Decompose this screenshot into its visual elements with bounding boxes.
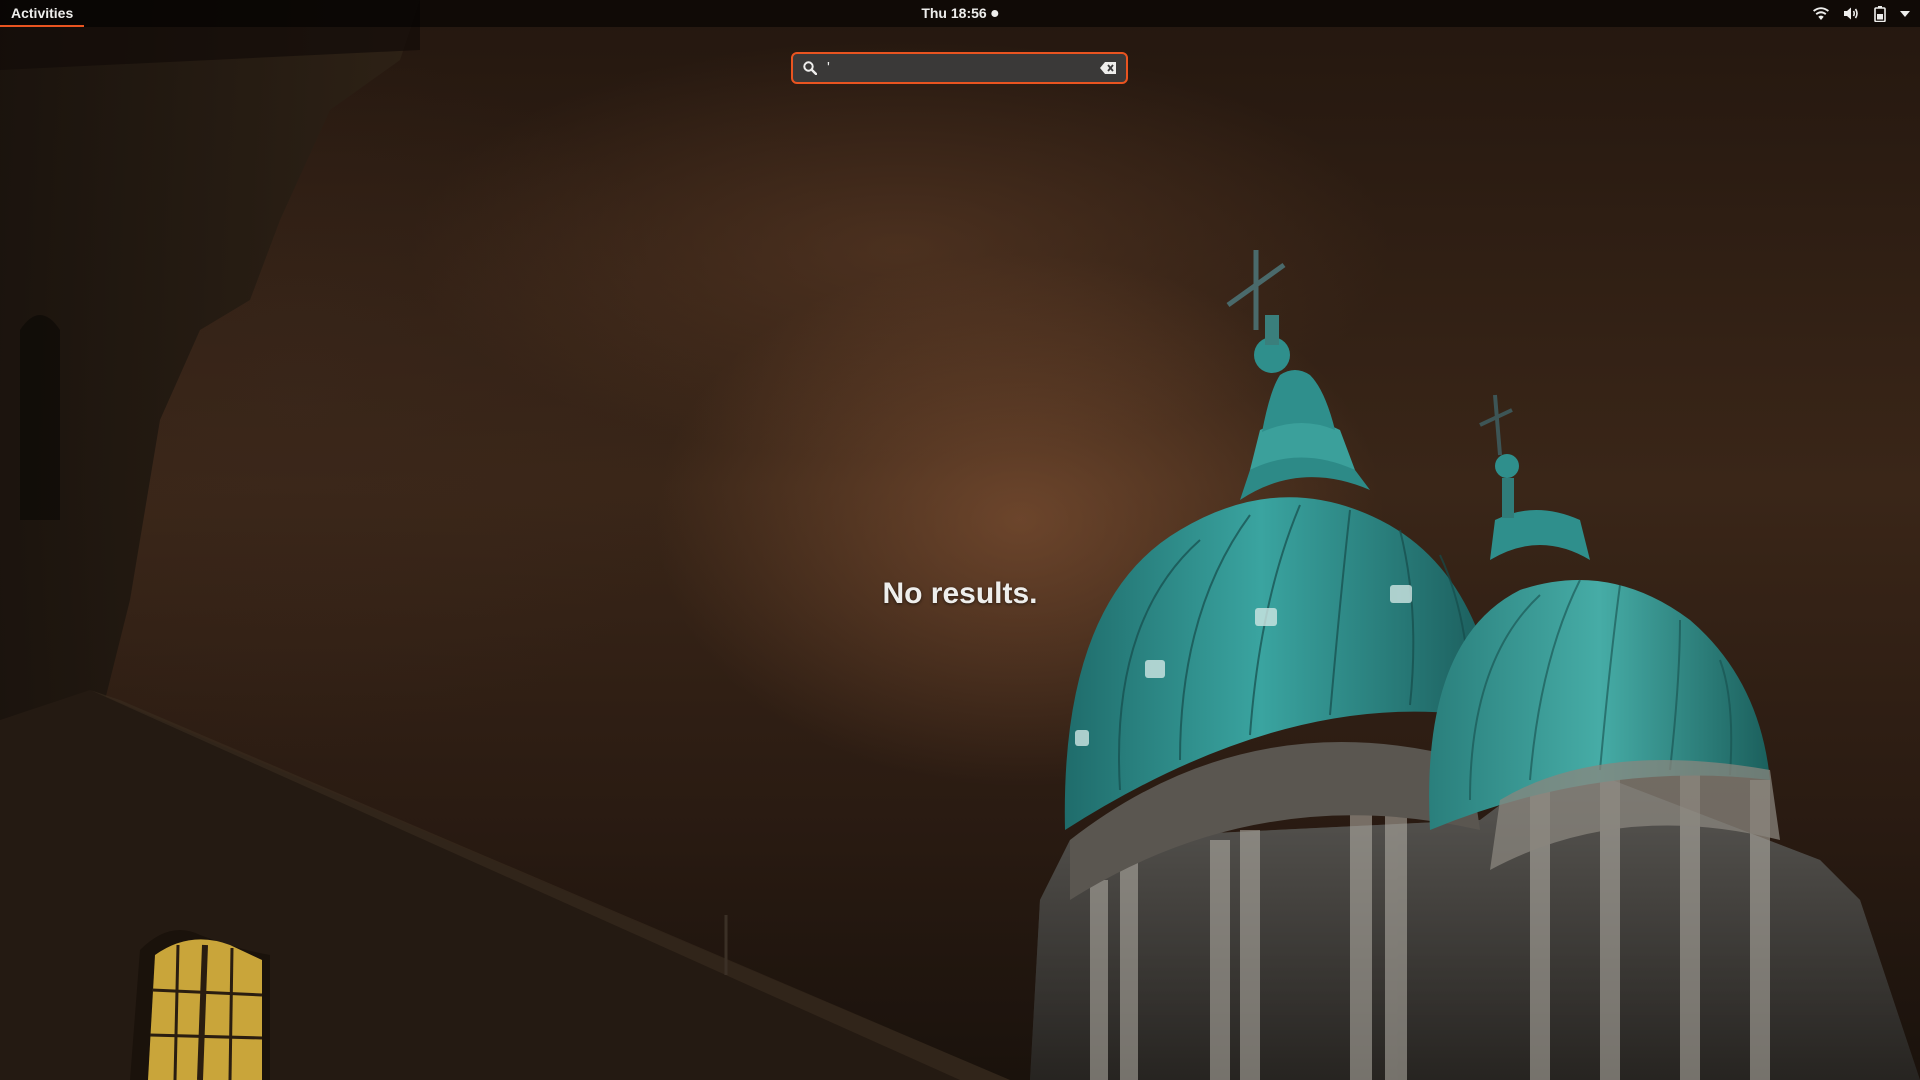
wifi-icon [1813,6,1829,21]
no-results-message: No results. [882,577,1038,610]
clock-label: Thu 18:56 [921,5,987,21]
top-panel: Activities Thu 18:56 [0,0,1920,27]
wallpaper-image [0,0,1920,1080]
overview-desktop: Activities Thu 18:56 ' No results. [0,0,1920,1080]
battery-icon [1874,5,1886,22]
volume-icon [1843,6,1860,21]
clock-button[interactable]: Thu 18:56 [921,0,999,27]
search-entry[interactable]: ' [791,52,1128,84]
clear-text-icon[interactable] [1100,62,1116,74]
search-icon [803,61,817,75]
system-status-area[interactable] [1813,0,1910,27]
search-input[interactable]: ' [827,54,1094,82]
activities-button[interactable]: Activities [0,0,85,27]
notification-dot-icon [991,10,999,17]
system-menu-chevron-icon [1900,10,1910,17]
